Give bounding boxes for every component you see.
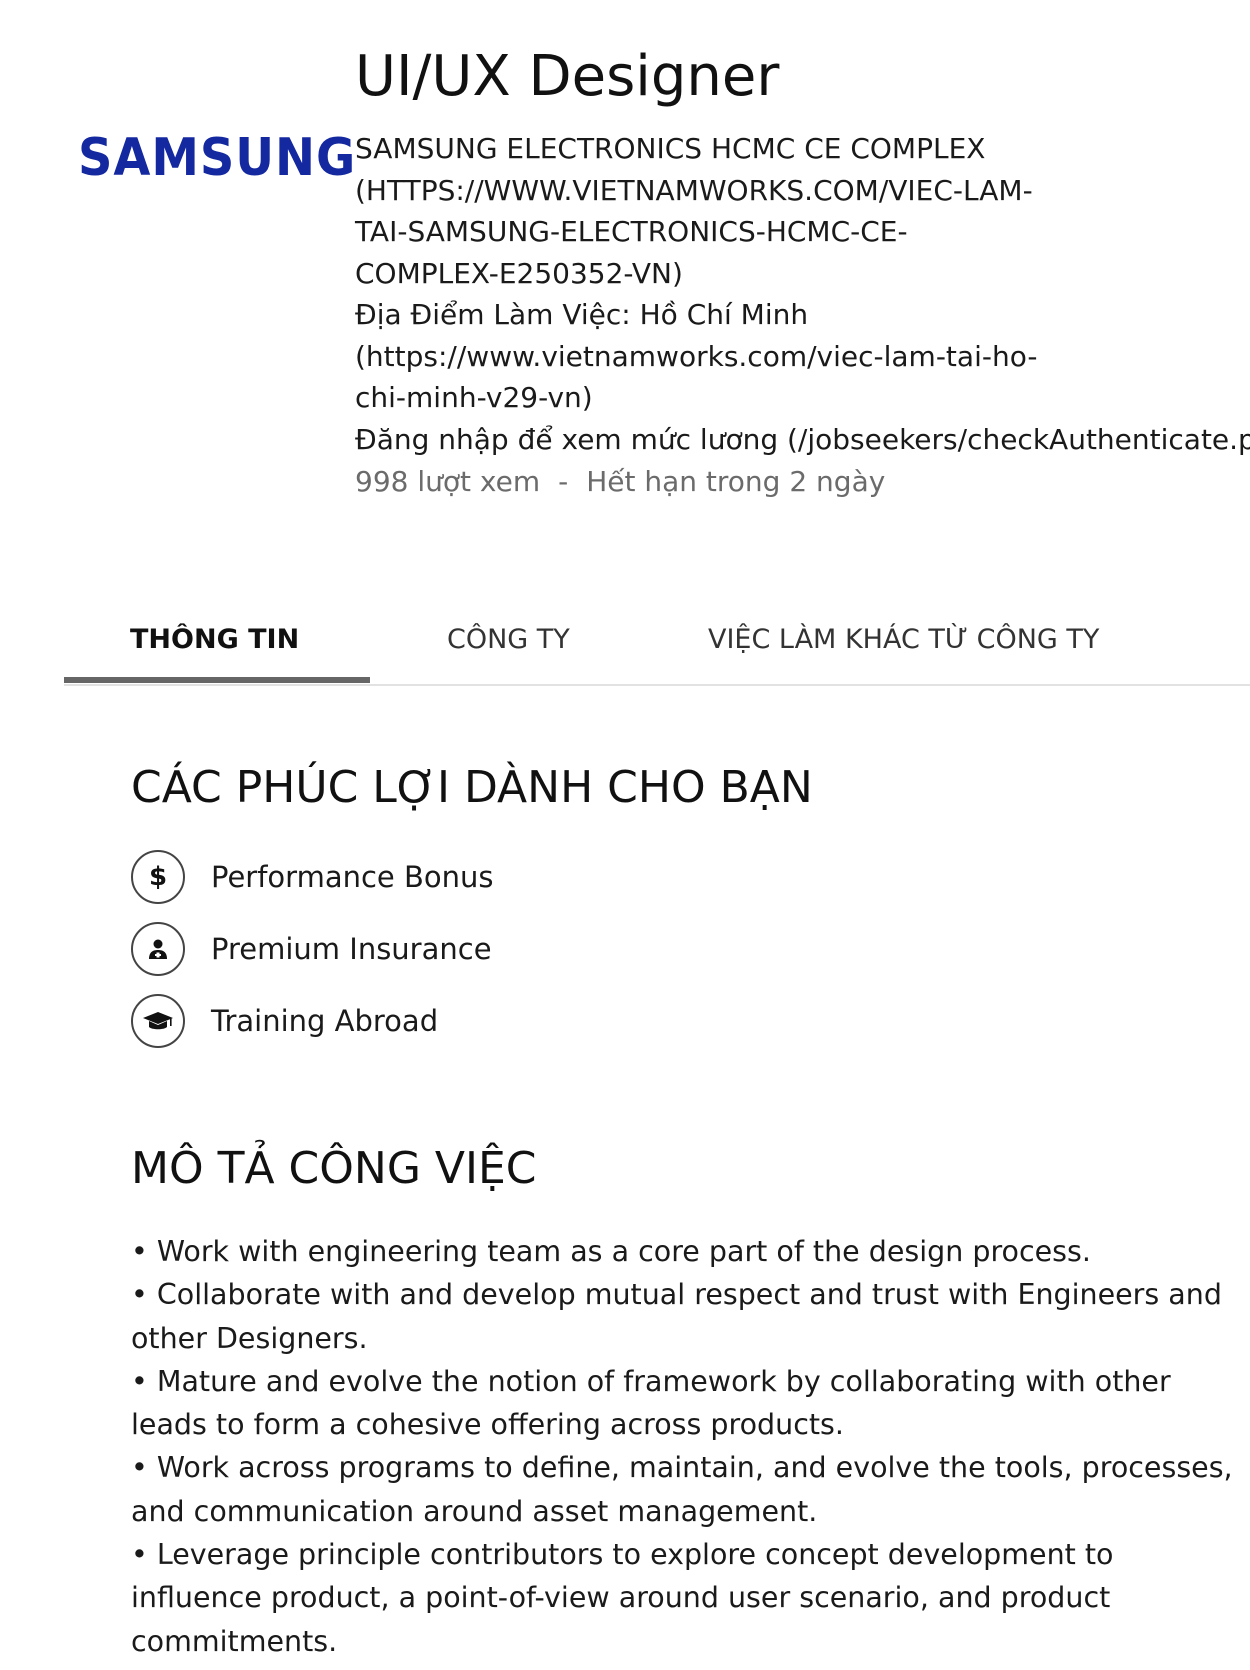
benefit-label: Performance Bonus — [211, 860, 494, 894]
salary-login-link[interactable]: Đăng nhập để xem mức lương (/jobseekers/… — [355, 419, 1250, 461]
view-count: 998 lượt xem — [355, 465, 541, 498]
description-line: commitments. — [131, 1624, 338, 1658]
job-description: • Work with engineering team as a core p… — [131, 1230, 1233, 1663]
description-line: leads to form a cohesive offering across… — [131, 1408, 844, 1442]
benefit-label: Training Abroad — [211, 1004, 439, 1038]
description-line: influence product, a point-of-view aroun… — [131, 1581, 1111, 1615]
description-line: • Leverage principle contributors to exp… — [131, 1538, 1114, 1572]
active-tab-indicator — [64, 677, 370, 683]
description-line: • Work with engineering team as a core p… — [131, 1235, 1091, 1268]
tab-company[interactable]: CÔNG TY — [447, 624, 570, 655]
benefit-label: Premium Insurance — [211, 932, 492, 966]
benefits-heading: CÁC PHÚC LỢI DÀNH CHO BẠN — [131, 762, 813, 813]
graduation-cap-icon — [131, 994, 185, 1048]
benefit-item: $ Performance Bonus — [131, 848, 494, 906]
tab-info[interactable]: THÔNG TIN — [130, 624, 299, 655]
job-meta: SAMSUNG ELECTRONICS HCMC CE COMPLEX (HTT… — [355, 128, 1250, 460]
company-logo[interactable]: SAMSUNG — [78, 128, 356, 188]
benefit-item: Training Abroad — [131, 992, 438, 1050]
doctor-icon — [131, 922, 185, 976]
expiry-text: Hết hạn trong 2 ngày — [586, 465, 886, 498]
job-stats: 998 lượt xem - Hết hạn trong 2 ngày — [355, 465, 885, 498]
company-link-line-1[interactable]: SAMSUNG ELECTRONICS HCMC CE COMPLEX — [355, 128, 1250, 170]
company-link-line-2[interactable]: (HTTPS://WWW.VIETNAMWORKS.COM/VIEC-LAM- — [355, 170, 1250, 212]
job-header: SAMSUNG UI/UX Designer SAMSUNG ELECTRONI… — [0, 0, 1250, 520]
description-line: • Collaborate with and develop mutual re… — [131, 1278, 1222, 1312]
location-link-line-3[interactable]: chi-minh-v29-vn) — [355, 377, 1250, 419]
stats-separator: - — [558, 465, 569, 498]
company-link-line-3[interactable]: TAI-SAMSUNG-ELECTRONICS-HCMC-CE- — [355, 211, 1250, 253]
description-line: and communication around asset managemen… — [131, 1494, 818, 1528]
company-link-line-4[interactable]: COMPLEX-E250352-VN) — [355, 253, 1250, 295]
tab-bar: THÔNG TIN CÔNG TY VIỆC LÀM KHÁC TỪ CÔNG … — [64, 602, 1250, 686]
location-link-line-1[interactable]: Địa Điểm Làm Việc: Hồ Chí Minh — [355, 294, 1250, 336]
benefit-item: Premium Insurance — [131, 920, 492, 978]
location-link-line-2[interactable]: (https://www.vietnamworks.com/viec-lam-t… — [355, 336, 1250, 378]
dollar-icon: $ — [131, 850, 185, 904]
description-line: • Mature and evolve the notion of framew… — [131, 1364, 1171, 1398]
job-title: UI/UX Designer — [355, 44, 780, 109]
description-line: • Work across programs to define, mainta… — [131, 1451, 1233, 1485]
tab-other-jobs[interactable]: VIỆC LÀM KHÁC TỪ CÔNG TY — [708, 624, 1099, 655]
description-heading: MÔ TẢ CÔNG VIỆC — [131, 1143, 537, 1194]
description-line: other Designers. — [131, 1321, 368, 1355]
